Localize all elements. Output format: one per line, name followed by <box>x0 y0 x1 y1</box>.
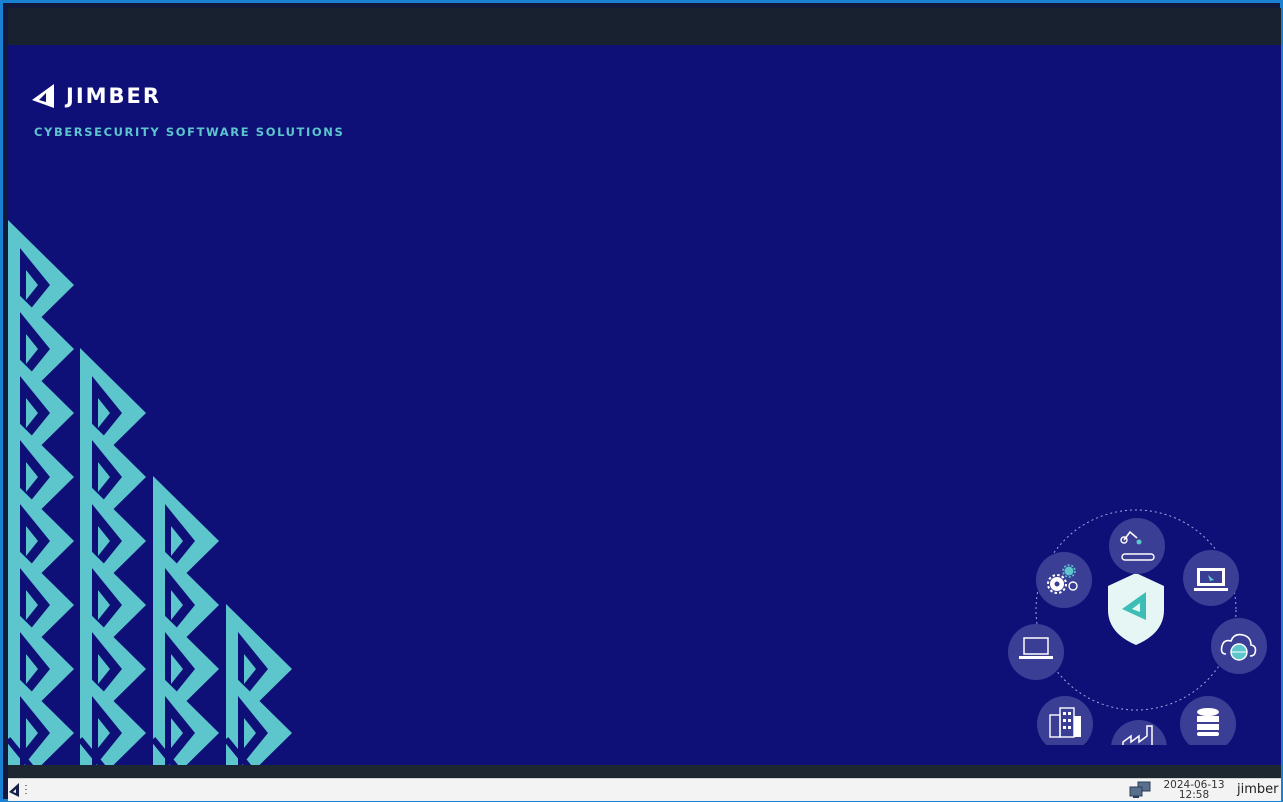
taskbar-user[interactable]: jimber <box>1237 782 1278 797</box>
factory-icon <box>1111 720 1167 745</box>
network-icon <box>1129 781 1151 798</box>
laptop-screen-icon <box>1183 550 1239 606</box>
network-status-button[interactable] <box>1129 779 1151 801</box>
brand-name: JIMBER <box>66 84 162 108</box>
clock-time: 12:58 <box>1178 789 1210 801</box>
taskbar: 2024-06-13 12:58 jimber <box>8 778 1281 801</box>
brand-tagline: CYBERSECURITY SOFTWARE SOLUTIONS <box>34 125 345 139</box>
top-bar <box>8 8 1281 45</box>
triangle-pattern-decoration <box>8 220 292 765</box>
handle-icon <box>25 785 27 794</box>
taskbar-clock[interactable]: 2024-06-13 12:58 <box>1158 780 1230 801</box>
security-hub-illustration <box>1008 509 1267 745</box>
taskbar-handle[interactable] <box>24 779 28 801</box>
start-menu-button[interactable] <box>8 779 20 801</box>
desktop-bottom-strip <box>8 765 1281 778</box>
shield-logo-icon <box>1108 573 1164 645</box>
window-frame: JIMBER CYBERSECURITY SOFTWARE SOLUTIONS <box>0 0 1283 802</box>
laptop-icon <box>1008 624 1064 680</box>
robot-arm-conveyor-icon <box>1109 518 1165 574</box>
office-building-icon <box>1037 696 1093 745</box>
gears-icon <box>1036 552 1092 608</box>
jimber-menu-icon <box>9 783 19 797</box>
desktop-wallpaper: JIMBER CYBERSECURITY SOFTWARE SOLUTIONS <box>8 45 1281 765</box>
jimber-logo: JIMBER <box>30 83 161 109</box>
database-icon <box>1180 696 1236 745</box>
jimber-logo-icon <box>32 84 54 108</box>
cloud-globe-icon <box>1211 618 1267 674</box>
